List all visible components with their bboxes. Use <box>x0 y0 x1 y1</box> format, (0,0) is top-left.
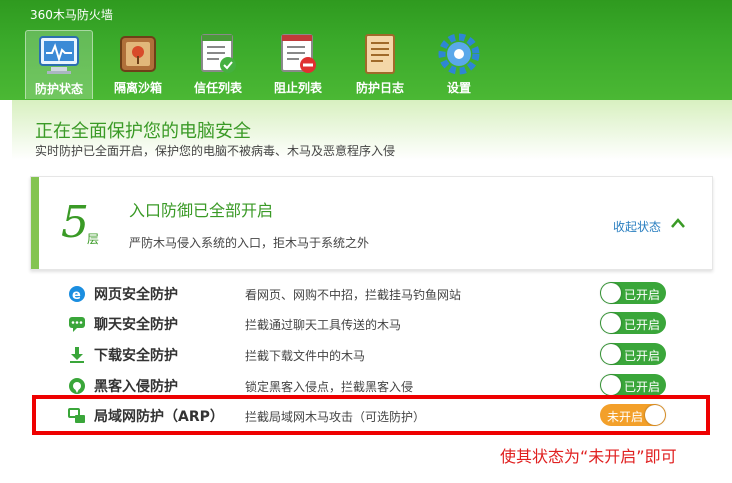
item-name: 聊天安全防护 <box>94 317 178 333</box>
protection-toggle[interactable]: 已开启 <box>600 343 666 365</box>
tab-label: 隔离沙箱 <box>113 81 162 95</box>
title-bar: 360木马防火墙 防护状态 隔离沙箱 信任列表 阻止列表 防护日志 设置 <box>0 0 732 100</box>
toggle-label: 已开启 <box>624 380 661 394</box>
collapse-status-link[interactable]: 收起状态 <box>613 218 661 235</box>
list-item-download-protection: 下载安全防护 拦截下载文件中的木马 已开启 <box>60 341 680 369</box>
ie-browser-icon: e <box>68 285 86 303</box>
tab-label: 设置 <box>446 81 471 95</box>
protection-toggle[interactable]: 已开启 <box>600 374 666 396</box>
card-accent-bar <box>31 177 39 269</box>
svg-text:e: e <box>72 288 81 303</box>
protection-toggle[interactable]: 已开启 <box>600 282 666 304</box>
tab-protection-status[interactable]: 防护状态 <box>25 30 93 99</box>
chevron-up-icon[interactable] <box>671 216 685 232</box>
protection-toggle[interactable]: 已开启 <box>600 312 666 334</box>
item-name: 网页安全防护 <box>94 287 178 303</box>
toggle-knob <box>601 344 621 364</box>
status-headline: 正在全面保护您的电脑安全 <box>35 121 251 142</box>
layer-count: 5 <box>61 197 89 248</box>
trust-list-icon <box>196 32 240 76</box>
highlight-box <box>32 395 710 435</box>
item-description: 看网页、网购不中招，拦截挂马钓鱼网站 <box>245 288 462 302</box>
item-description: 拦截下载文件中的木马 <box>245 349 366 363</box>
toggle-label: 已开启 <box>624 349 661 363</box>
layer-unit: 层 <box>87 232 100 246</box>
log-notebook-icon <box>358 32 402 76</box>
entry-defense-card: 5 层 入口防御已全部开启 严防木马侵入系统的入口，拒木马于系统之外 收起状态 <box>30 176 713 270</box>
window-edge <box>0 100 12 483</box>
toggle-knob <box>601 283 621 303</box>
block-list-icon <box>276 32 320 76</box>
tab-label: 信任列表 <box>193 81 242 95</box>
toggle-knob <box>601 313 621 333</box>
card-description: 严防木马侵入系统的入口，拒木马于系统之外 <box>129 236 370 250</box>
list-item-web-protection: e 网页安全防护 看网页、网购不中招，拦截挂马钓鱼网站 已开启 <box>60 280 680 308</box>
list-item-chat-protection: 聊天安全防护 拦截通过聊天工具传送的木马 已开启 <box>60 310 680 338</box>
toggle-knob <box>601 375 621 395</box>
item-name: 黑客入侵防护 <box>94 379 178 395</box>
toggle-label: 已开启 <box>624 288 661 302</box>
status-subline: 实时防护已全面开启，保护您的电脑不被病毒、木马及恶意程序入侵 <box>35 144 396 158</box>
hacker-shield-icon <box>68 377 86 395</box>
toggle-label: 已开启 <box>624 318 661 332</box>
tab-label: 防护状态 <box>34 82 83 96</box>
card-title: 入口防御已全部开启 <box>129 201 274 220</box>
gear-icon <box>437 32 481 76</box>
chat-bubble-icon <box>68 315 86 333</box>
tab-sandbox[interactable]: 隔离沙箱 <box>105 30 171 98</box>
monitor-heartbeat-icon <box>37 33 81 77</box>
item-description: 锁定黑客入侵点，拦截黑客入侵 <box>245 380 414 394</box>
tab-trust-list[interactable]: 信任列表 <box>185 30 251 98</box>
sandbox-box-icon <box>116 32 160 76</box>
tab-label: 阻止列表 <box>273 81 322 95</box>
item-name: 下载安全防护 <box>94 348 178 364</box>
download-arrow-icon <box>68 346 86 364</box>
app-title: 360木马防火墙 <box>30 8 113 22</box>
tab-protection-log[interactable]: 防护日志 <box>347 30 413 98</box>
item-description: 拦截通过聊天工具传送的木马 <box>245 318 402 332</box>
annotation-text: 使其状态为“未开启”即可 <box>500 447 677 466</box>
tab-label: 防护日志 <box>355 81 404 95</box>
tab-settings[interactable]: 设置 <box>426 30 492 98</box>
tab-block-list[interactable]: 阻止列表 <box>265 30 331 98</box>
